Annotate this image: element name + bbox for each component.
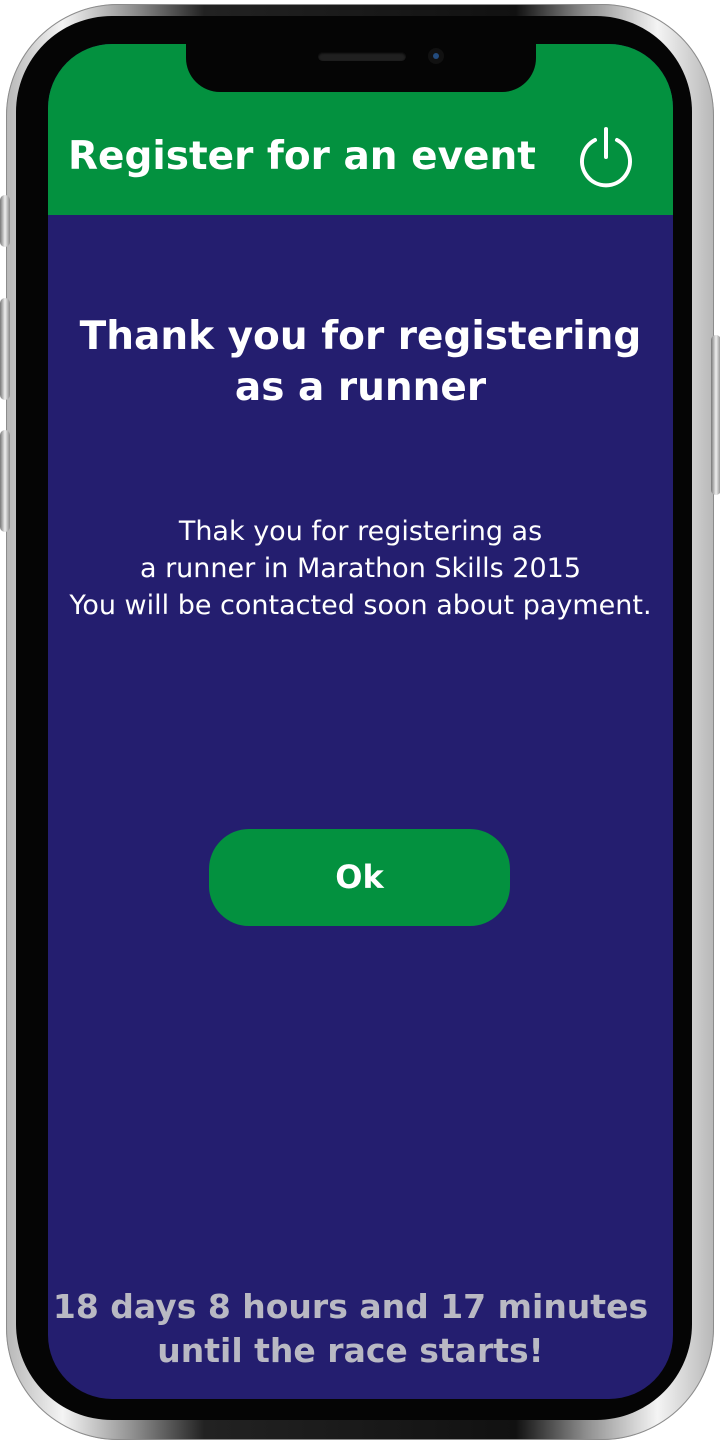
volume-up-button xyxy=(0,298,10,400)
phone-notch xyxy=(186,44,536,92)
speaker-icon xyxy=(318,52,406,61)
power-icon[interactable] xyxy=(571,122,641,192)
confirmation-message: Thak you for registering as a runner in … xyxy=(48,513,673,624)
confirmation-heading: Thank you for registering as a runner xyxy=(79,314,642,411)
ok-button[interactable]: Ok xyxy=(209,829,510,926)
race-countdown: 18 days 8 hours and 17 minutes until the… xyxy=(48,1285,653,1373)
volume-down-button xyxy=(0,430,10,532)
mute-switch xyxy=(0,195,10,247)
message-line: a runner in Marathon Skills 2015 xyxy=(139,553,582,584)
countdown-line: until the race starts! xyxy=(157,1331,544,1370)
power-side-button xyxy=(711,335,720,495)
countdown-line: 18 days 8 hours and 17 minutes xyxy=(52,1287,649,1326)
camera-icon xyxy=(428,48,444,64)
message-line: Thak you for registering as xyxy=(178,516,543,547)
page-title: Register for an event xyxy=(68,134,536,179)
app-screen: Register for an event Thank you for regi… xyxy=(48,44,673,1399)
message-line: You will be contacted soon about payment… xyxy=(69,590,652,621)
